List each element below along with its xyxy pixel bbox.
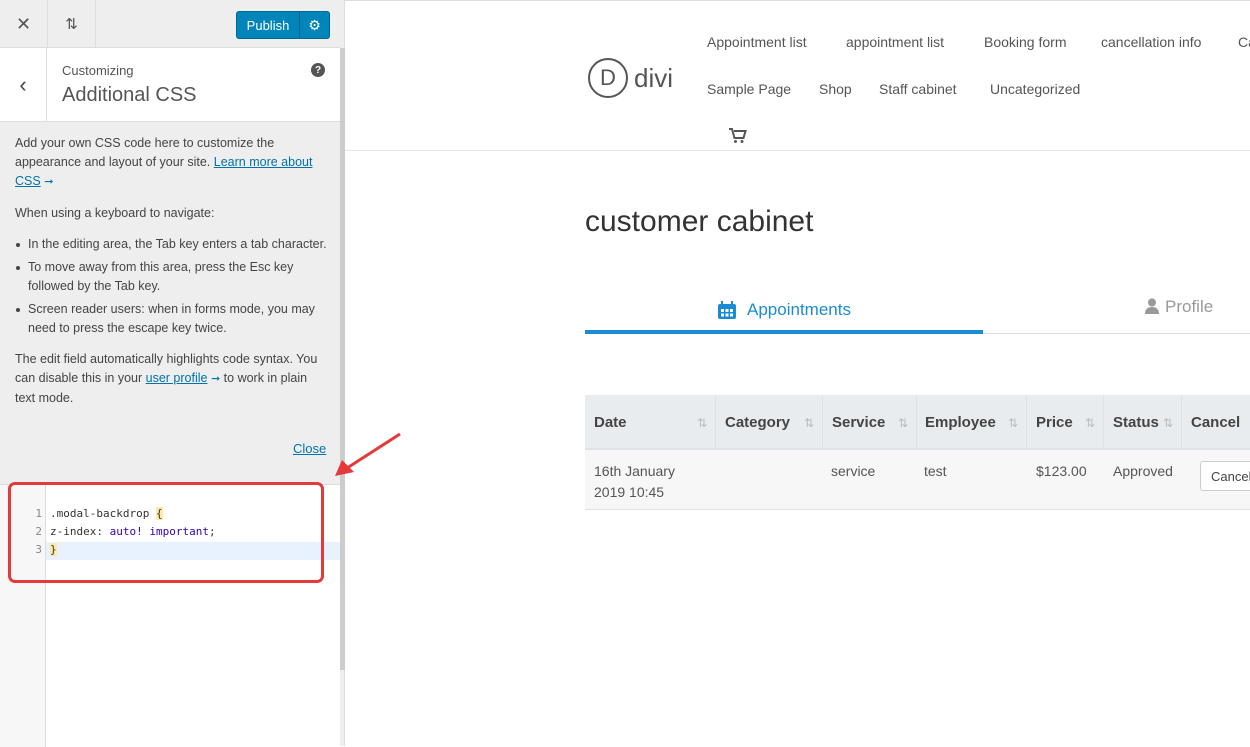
nav-item[interactable]: Sample Page xyxy=(707,81,791,97)
logo-mark: D xyxy=(588,58,628,98)
header-label: Cancel xyxy=(1191,414,1241,431)
cell-price: $123.00 xyxy=(1036,463,1087,479)
cancel-button[interactable]: Cancel xyxy=(1200,461,1250,491)
cell-employee: test xyxy=(924,463,947,479)
list-item: To move away from this area, press the E… xyxy=(15,258,330,296)
cell-service: service xyxy=(831,463,876,479)
header-label: Category xyxy=(725,414,791,431)
css-description: Add your own CSS code here to customize … xyxy=(15,134,330,420)
column-header-cancel[interactable]: Cancel xyxy=(1182,395,1250,450)
calendar-icon xyxy=(717,300,737,320)
publish-button[interactable]: Publish xyxy=(236,11,300,39)
header-label: Date xyxy=(594,414,627,431)
sort-icon: ⇅ xyxy=(1084,415,1095,430)
tab-appointments[interactable]: Appointments xyxy=(585,290,983,334)
nav-item[interactable]: Uncategorized xyxy=(990,81,1080,97)
table-header: Date ⇅ Category ⇅ Service ⇅ Employee ⇅ Price… xyxy=(585,395,1250,450)
site-logo[interactable]: D divi xyxy=(588,58,673,98)
external-link-icon: ➞ xyxy=(210,373,221,385)
column-header-price[interactable]: Price ⇅ xyxy=(1027,395,1104,450)
user-icon xyxy=(1145,298,1159,314)
close-link[interactable]: Close xyxy=(293,441,326,456)
tab-appointments-label: Appointments xyxy=(747,300,851,319)
header-label: Status xyxy=(1113,414,1159,431)
intro-paragraph: Add your own CSS code here to customize … xyxy=(15,134,330,192)
help-icon[interactable]: ? xyxy=(311,63,325,77)
section-title: Additional CSS xyxy=(62,84,197,106)
shopping-cart-icon[interactable] xyxy=(729,128,747,144)
nav-item[interactable]: cancellation info xyxy=(1101,34,1201,50)
user-profile-link[interactable]: user profile xyxy=(146,371,208,385)
nav-item[interactable]: Shop xyxy=(819,81,852,97)
header-label: Price xyxy=(1036,414,1073,431)
sort-icon: ⇅ xyxy=(696,415,707,430)
nav-item[interactable]: Ca xyxy=(1238,34,1250,50)
nav-item[interactable]: appointment list xyxy=(846,34,944,50)
gear-icon[interactable]: ⚙ xyxy=(299,11,330,39)
tab-profile[interactable]: Profile xyxy=(1145,297,1213,317)
page-title: customer cabinet xyxy=(585,205,814,238)
header-divider xyxy=(345,150,1250,151)
tab-underline xyxy=(983,333,1250,334)
sort-icon: ⇅ xyxy=(803,415,814,430)
logo-text: divi xyxy=(634,62,674,93)
header-label: Service xyxy=(832,414,886,431)
list-item: Screen reader users: when in forms mode,… xyxy=(15,300,330,338)
tab-profile-label: Profile xyxy=(1165,297,1214,316)
customizer-header-bar: ✕ ⇅ Publish ⚙ xyxy=(0,0,340,48)
site-preview xyxy=(345,0,1250,746)
column-header-service[interactable]: Service ⇅ xyxy=(823,395,917,450)
nav-item[interactable]: Appointment list xyxy=(707,34,807,50)
close-icon[interactable]: ✕ xyxy=(0,0,48,48)
external-link-icon: ➞ xyxy=(44,176,54,188)
column-header-date[interactable]: Date ⇅ xyxy=(585,395,716,450)
back-arrow-icon[interactable]: ‹ xyxy=(0,48,47,122)
header-label: Employee xyxy=(925,414,996,431)
annotation-arrow xyxy=(335,432,401,476)
column-header-category[interactable]: Category ⇅ xyxy=(716,395,823,450)
cell-date: 16th January 2019 10:45 xyxy=(594,463,675,500)
column-header-employee[interactable]: Employee ⇅ xyxy=(916,395,1027,450)
sort-icon: ⇅ xyxy=(897,415,908,430)
annotation-highlight-box xyxy=(8,482,324,583)
syntax-paragraph: The edit field automatically highlights … xyxy=(15,350,330,408)
keyboard-intro: When using a keyboard to navigate: xyxy=(15,206,215,220)
cell-status: Approved xyxy=(1113,463,1173,479)
sort-icon: ⇅ xyxy=(1162,415,1173,430)
customizing-label: Customizing xyxy=(62,63,134,78)
reorder-icon[interactable]: ⇅ xyxy=(48,0,96,48)
keyboard-tips-list: In the editing area, the Tab key enters … xyxy=(15,235,330,338)
list-item: In the editing area, the Tab key enters … xyxy=(15,235,330,254)
column-header-status[interactable]: Status ⇅ xyxy=(1104,395,1182,450)
section-header: ‹ Customizing Additional CSS ? xyxy=(0,48,340,122)
nav-item[interactable]: Booking form xyxy=(984,34,1066,50)
sort-icon: ⇅ xyxy=(1007,415,1018,430)
nav-item[interactable]: Staff cabinet xyxy=(879,81,957,97)
